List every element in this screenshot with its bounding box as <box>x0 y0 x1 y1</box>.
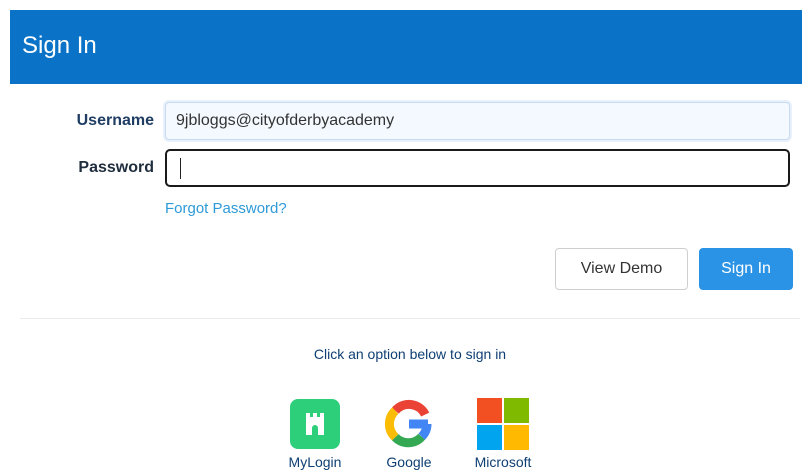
microsoft-option[interactable]: Microsoft <box>458 396 548 470</box>
view-demo-button[interactable]: View Demo <box>555 248 688 290</box>
mylogin-castle-icon <box>290 399 340 449</box>
text-caret <box>180 158 181 179</box>
sign-in-button[interactable]: Sign In <box>699 248 793 290</box>
page-title: Sign In <box>22 32 97 59</box>
divider <box>20 318 800 319</box>
forgot-password-link[interactable]: Forgot Password? <box>165 200 287 217</box>
google-label: Google <box>386 454 432 470</box>
username-field[interactable] <box>165 102 790 140</box>
mylogin-option[interactable]: MyLogin <box>270 396 360 470</box>
password-label: Password <box>78 159 154 176</box>
password-field[interactable] <box>165 149 790 187</box>
google-option[interactable]: Google <box>364 396 454 470</box>
microsoft-label: Microsoft <box>474 454 532 470</box>
microsoft-icon <box>477 398 529 450</box>
username-label: Username <box>76 112 154 129</box>
page-header: Sign In <box>10 10 802 84</box>
mylogin-label: MyLogin <box>288 454 342 470</box>
google-icon <box>385 399 432 448</box>
sso-prompt: Click an option below to sign in <box>313 346 507 362</box>
